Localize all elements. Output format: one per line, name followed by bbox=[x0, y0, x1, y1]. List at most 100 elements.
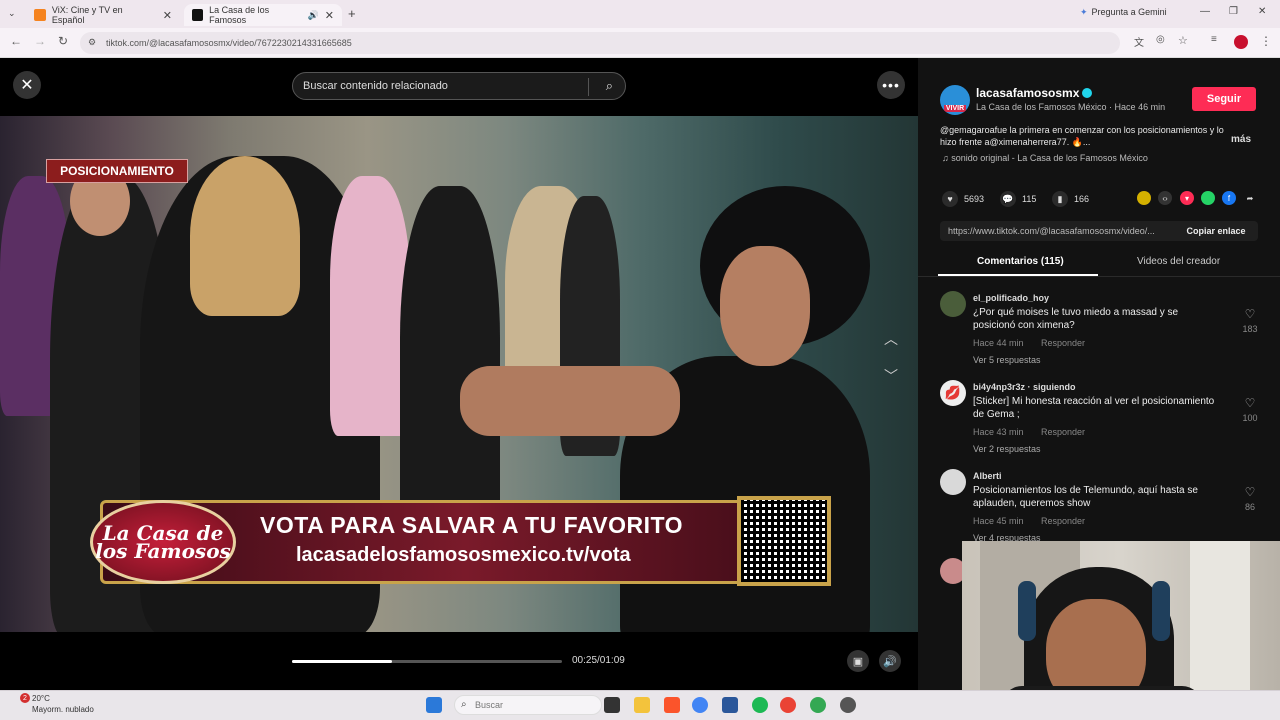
reply-button[interactable]: Responder bbox=[1041, 516, 1085, 526]
reload-icon[interactable]: ↻ bbox=[58, 34, 68, 48]
taskbar-search[interactable]: ⌕ Buscar bbox=[454, 695, 602, 715]
tab-comments[interactable]: Comentarios (115) bbox=[977, 256, 1064, 267]
tab-list-icon[interactable]: ⌄ bbox=[8, 8, 16, 19]
browser-tab-bar: ⌄ ViX: Cine y TV en Español ✕ La Casa de… bbox=[0, 0, 1280, 28]
follow-button[interactable]: Seguir bbox=[1192, 87, 1256, 111]
repost-icon[interactable] bbox=[1137, 191, 1151, 205]
view-replies-button[interactable]: Ver 2 respuestas bbox=[973, 444, 1041, 454]
music-note-icon: ♫ bbox=[942, 153, 949, 163]
save-count: 166 bbox=[1074, 194, 1090, 204]
comment-item: el_polificado_hoy ¿Por qué moises le tuv… bbox=[938, 291, 1268, 376]
chrome-icon[interactable] bbox=[692, 697, 708, 713]
creator-username[interactable]: lacasafamososmx bbox=[976, 86, 1079, 100]
view-replies-button[interactable]: Ver 4 respuestas bbox=[973, 533, 1041, 541]
commenter-name[interactable]: bi4y4np3r3z · siguiendo bbox=[973, 382, 1076, 392]
facebook-icon[interactable]: f bbox=[1222, 191, 1236, 205]
tab-creator-videos[interactable]: Videos del creador bbox=[1137, 256, 1220, 267]
comment-like-count: 183 bbox=[1242, 324, 1258, 334]
bookmark-star-icon[interactable]: ☆ bbox=[1178, 34, 1188, 47]
comment-time: Hace 45 min bbox=[973, 516, 1024, 526]
gemini-button[interactable]: ✦ Pregunta a Gemini bbox=[1080, 7, 1167, 18]
related-search-input[interactable]: Buscar contenido relacionado ⌕ bbox=[292, 72, 626, 100]
send-icon[interactable]: ▾ bbox=[1180, 191, 1194, 205]
video-description: @gemagaroafue la primera en comenzar con… bbox=[940, 125, 1224, 147]
tab-tiktok[interactable]: La Casa de los Famosos 🔊 ✕ bbox=[184, 4, 342, 26]
reply-button[interactable]: Responder bbox=[1041, 338, 1085, 348]
search-divider bbox=[588, 78, 589, 96]
next-video-icon[interactable]: ﹀ bbox=[880, 365, 902, 387]
close-tab-icon[interactable]: ✕ bbox=[325, 9, 334, 22]
comment-text: ¿Por qué moises le tuvo miedo a massad y… bbox=[973, 307, 1179, 331]
sound-row[interactable]: ♫ sonido original - La Casa de los Famos… bbox=[942, 153, 1148, 163]
weather-widget[interactable]: 20°C Mayorm. nublado bbox=[32, 693, 94, 715]
commenter-avatar[interactable] bbox=[940, 469, 966, 495]
view-replies-button[interactable]: Ver 5 respuestas bbox=[973, 355, 1041, 365]
maximize-button[interactable]: ❐ bbox=[1229, 6, 1238, 17]
obs-icon[interactable] bbox=[840, 697, 856, 713]
commenter-name[interactable]: Alberti bbox=[973, 471, 1002, 481]
audio-playing-icon[interactable]: 🔊 bbox=[308, 10, 319, 21]
creator-avatar[interactable]: VIVIR bbox=[940, 85, 970, 115]
brave-icon[interactable] bbox=[664, 697, 680, 713]
forward-icon[interactable]: → bbox=[34, 34, 46, 48]
chrome-alt-icon[interactable] bbox=[810, 697, 826, 713]
reading-list-icon[interactable]: ≡ bbox=[1211, 34, 1217, 45]
new-tab-button[interactable]: + bbox=[348, 6, 356, 21]
bookmark-icon[interactable]: ▮ bbox=[1052, 191, 1068, 207]
creator-username-row[interactable]: lacasafamososmx bbox=[976, 86, 1093, 100]
profile-avatar[interactable] bbox=[1234, 35, 1248, 49]
tab-vix[interactable]: ViX: Cine y TV en Español ✕ bbox=[26, 4, 180, 26]
volume-icon[interactable]: 🔊 bbox=[879, 650, 901, 672]
task-view-icon[interactable] bbox=[604, 697, 620, 713]
back-icon[interactable]: ← bbox=[10, 34, 22, 48]
comment-like-icon[interactable]: ♡ bbox=[1240, 307, 1260, 321]
weather-badge: 2 bbox=[20, 693, 30, 703]
close-tab-icon[interactable]: ✕ bbox=[163, 9, 172, 22]
address-bar[interactable]: ⚙ tiktok.com/@lacasafamososmx/video/7672… bbox=[80, 32, 1120, 54]
gemini-icon: ✦ bbox=[1080, 7, 1088, 17]
menu-icon[interactable]: ⋮ bbox=[1260, 34, 1272, 48]
comment-like-count: 100 bbox=[1242, 413, 1258, 423]
video-progress-bar[interactable] bbox=[292, 660, 562, 663]
pip-icon[interactable]: ▣ bbox=[847, 650, 869, 672]
search-placeholder: Buscar contenido relacionado bbox=[303, 80, 448, 92]
heart-icon[interactable]: ♥ bbox=[942, 191, 958, 207]
site-info-icon[interactable]: ⚙ bbox=[88, 37, 96, 48]
whatsapp-icon[interactable] bbox=[1201, 191, 1215, 205]
comment-like-icon[interactable]: ♡ bbox=[1240, 485, 1260, 499]
copy-link-button[interactable]: Copiar enlace bbox=[1174, 221, 1258, 241]
comment-icon[interactable]: 💬 bbox=[1000, 191, 1016, 207]
logo-text: La Casa de los Famosos bbox=[95, 521, 231, 563]
start-icon[interactable] bbox=[426, 697, 442, 713]
minimize-button[interactable]: — bbox=[1200, 6, 1210, 17]
share-arrow-icon[interactable]: ➦ bbox=[1243, 191, 1257, 205]
video-time: 00:25/01:09 bbox=[572, 655, 625, 666]
close-video-button[interactable]: ✕ bbox=[13, 71, 41, 99]
commenter-name[interactable]: el_polificado_hoy bbox=[973, 293, 1049, 303]
weather-desc: Mayorm. nublado bbox=[32, 705, 94, 714]
search-icon[interactable]: ⌕ bbox=[606, 78, 613, 94]
embed-icon[interactable]: ‹› bbox=[1158, 191, 1172, 205]
commenter-avatar[interactable] bbox=[940, 291, 966, 317]
close-window-button[interactable]: ✕ bbox=[1258, 6, 1266, 17]
chrome-profile-icon[interactable] bbox=[780, 697, 796, 713]
save-stat[interactable]: ▮ 166 bbox=[1052, 191, 1089, 207]
file-explorer-icon[interactable] bbox=[634, 697, 650, 713]
reply-button[interactable]: Responder bbox=[1041, 427, 1085, 437]
previous-video-icon[interactable]: ︿ bbox=[880, 328, 902, 350]
browser-toolbar: ← → ↻ ⚙ tiktok.com/@lacasafamososmx/vide… bbox=[0, 28, 1280, 58]
spotify-icon[interactable] bbox=[752, 697, 768, 713]
comment-time: Hace 43 min bbox=[973, 427, 1024, 437]
more-options-button[interactable]: ••• bbox=[877, 71, 905, 99]
like-stat[interactable]: ♥ 5693 bbox=[942, 191, 984, 207]
commenter-avatar[interactable]: 💋 bbox=[940, 380, 966, 406]
video-progress-fill bbox=[292, 660, 392, 663]
translate-icon[interactable]: 文 bbox=[1134, 34, 1144, 49]
word-icon[interactable] bbox=[722, 697, 738, 713]
eye-off-icon[interactable]: ◎ bbox=[1156, 34, 1165, 45]
comment-stat[interactable]: 💬 115 bbox=[1000, 191, 1036, 207]
comment-like-icon[interactable]: ♡ bbox=[1240, 396, 1260, 410]
more-description-button[interactable]: más bbox=[1231, 134, 1251, 145]
show-logo: La Casa de los Famosos bbox=[90, 500, 236, 584]
sound-name: sonido original - La Casa de los Famosos… bbox=[951, 153, 1148, 163]
